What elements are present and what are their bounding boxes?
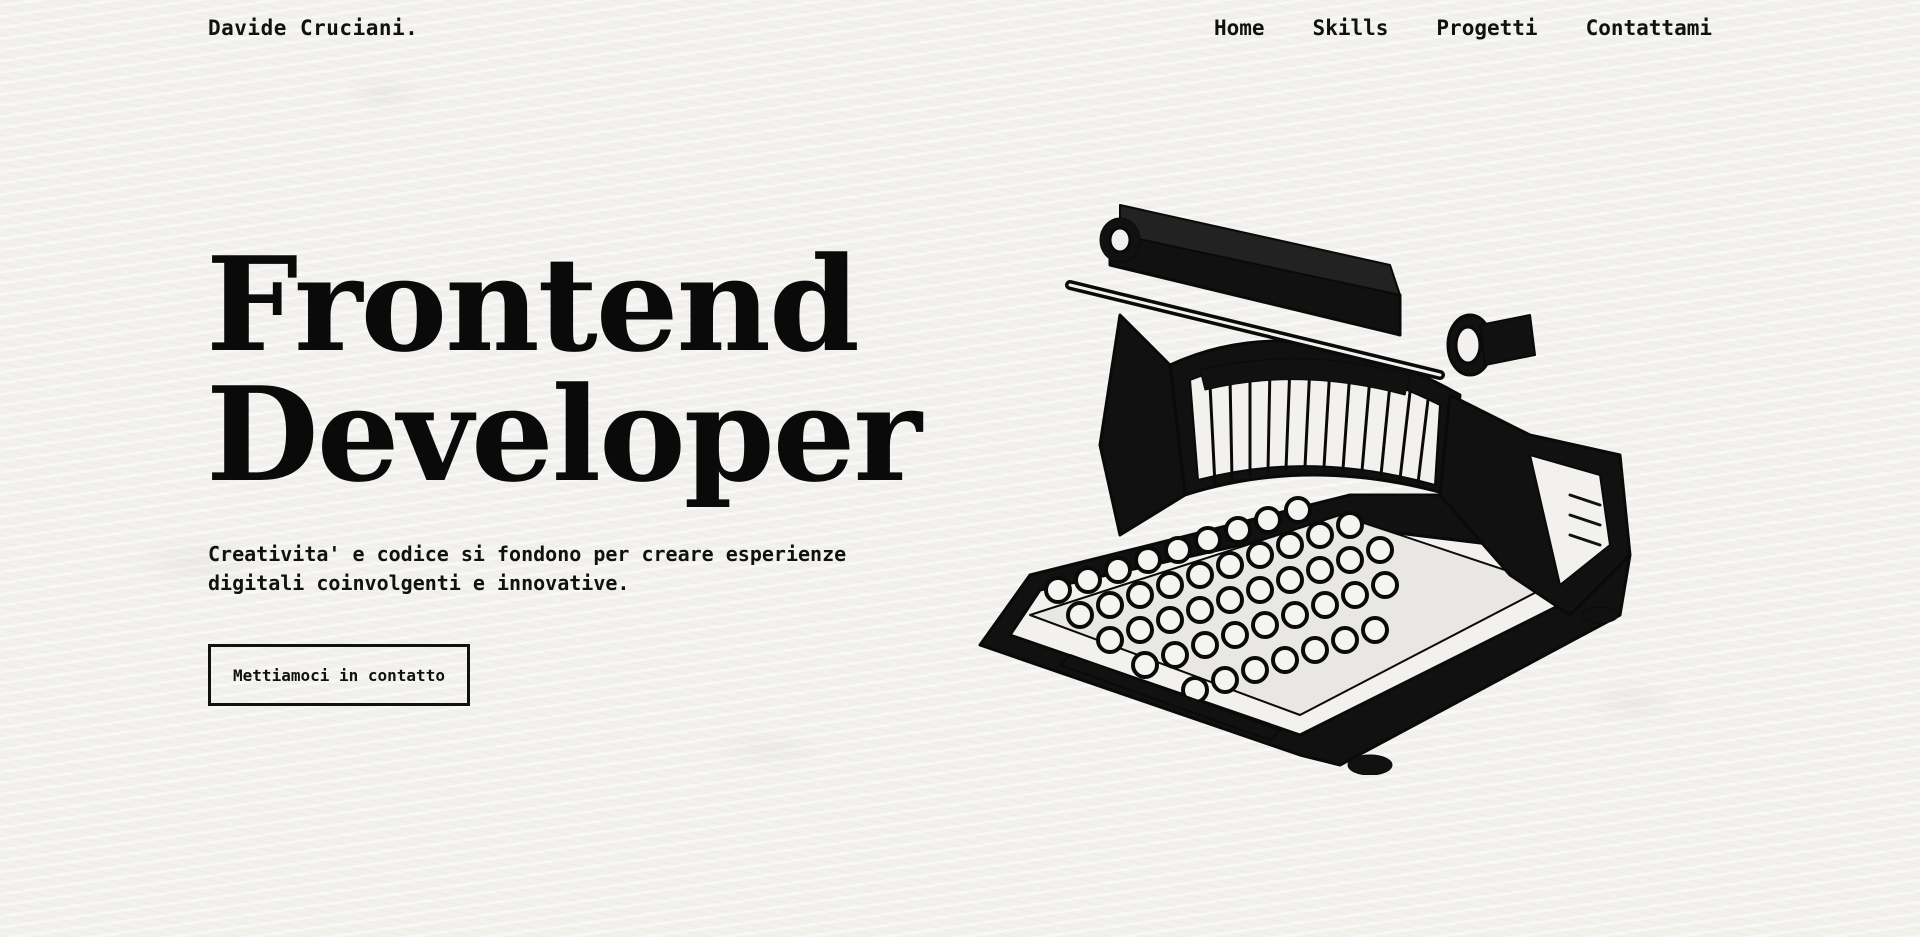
hero-title-line-1: Frontend bbox=[206, 228, 860, 381]
hero-subtitle: Creativita' e codice si fondono per crea… bbox=[208, 540, 908, 598]
nav-item-skills[interactable]: Skills bbox=[1313, 16, 1389, 40]
nav-item-contattami[interactable]: Contattami bbox=[1586, 16, 1712, 40]
hero-title-line-2: Developer bbox=[206, 358, 922, 511]
nav-item-progetti[interactable]: Progetti bbox=[1436, 16, 1537, 40]
main-nav: Home Skills Progetti Contattami bbox=[1214, 16, 1712, 40]
brand-logo[interactable]: Davide Cruciani. bbox=[208, 16, 418, 40]
contact-cta-button[interactable]: Mettiamoci in contatto bbox=[208, 644, 470, 706]
typewriter-illustration bbox=[978, 204, 1632, 775]
hero-title: Frontend Developer bbox=[206, 228, 922, 511]
hero-subtitle-line-2: digitali coinvolgenti e innovative. bbox=[208, 571, 630, 595]
nav-item-home[interactable]: Home bbox=[1214, 16, 1265, 40]
hero-subtitle-line-1: Creativita' e codice si fondono per crea… bbox=[208, 542, 847, 566]
